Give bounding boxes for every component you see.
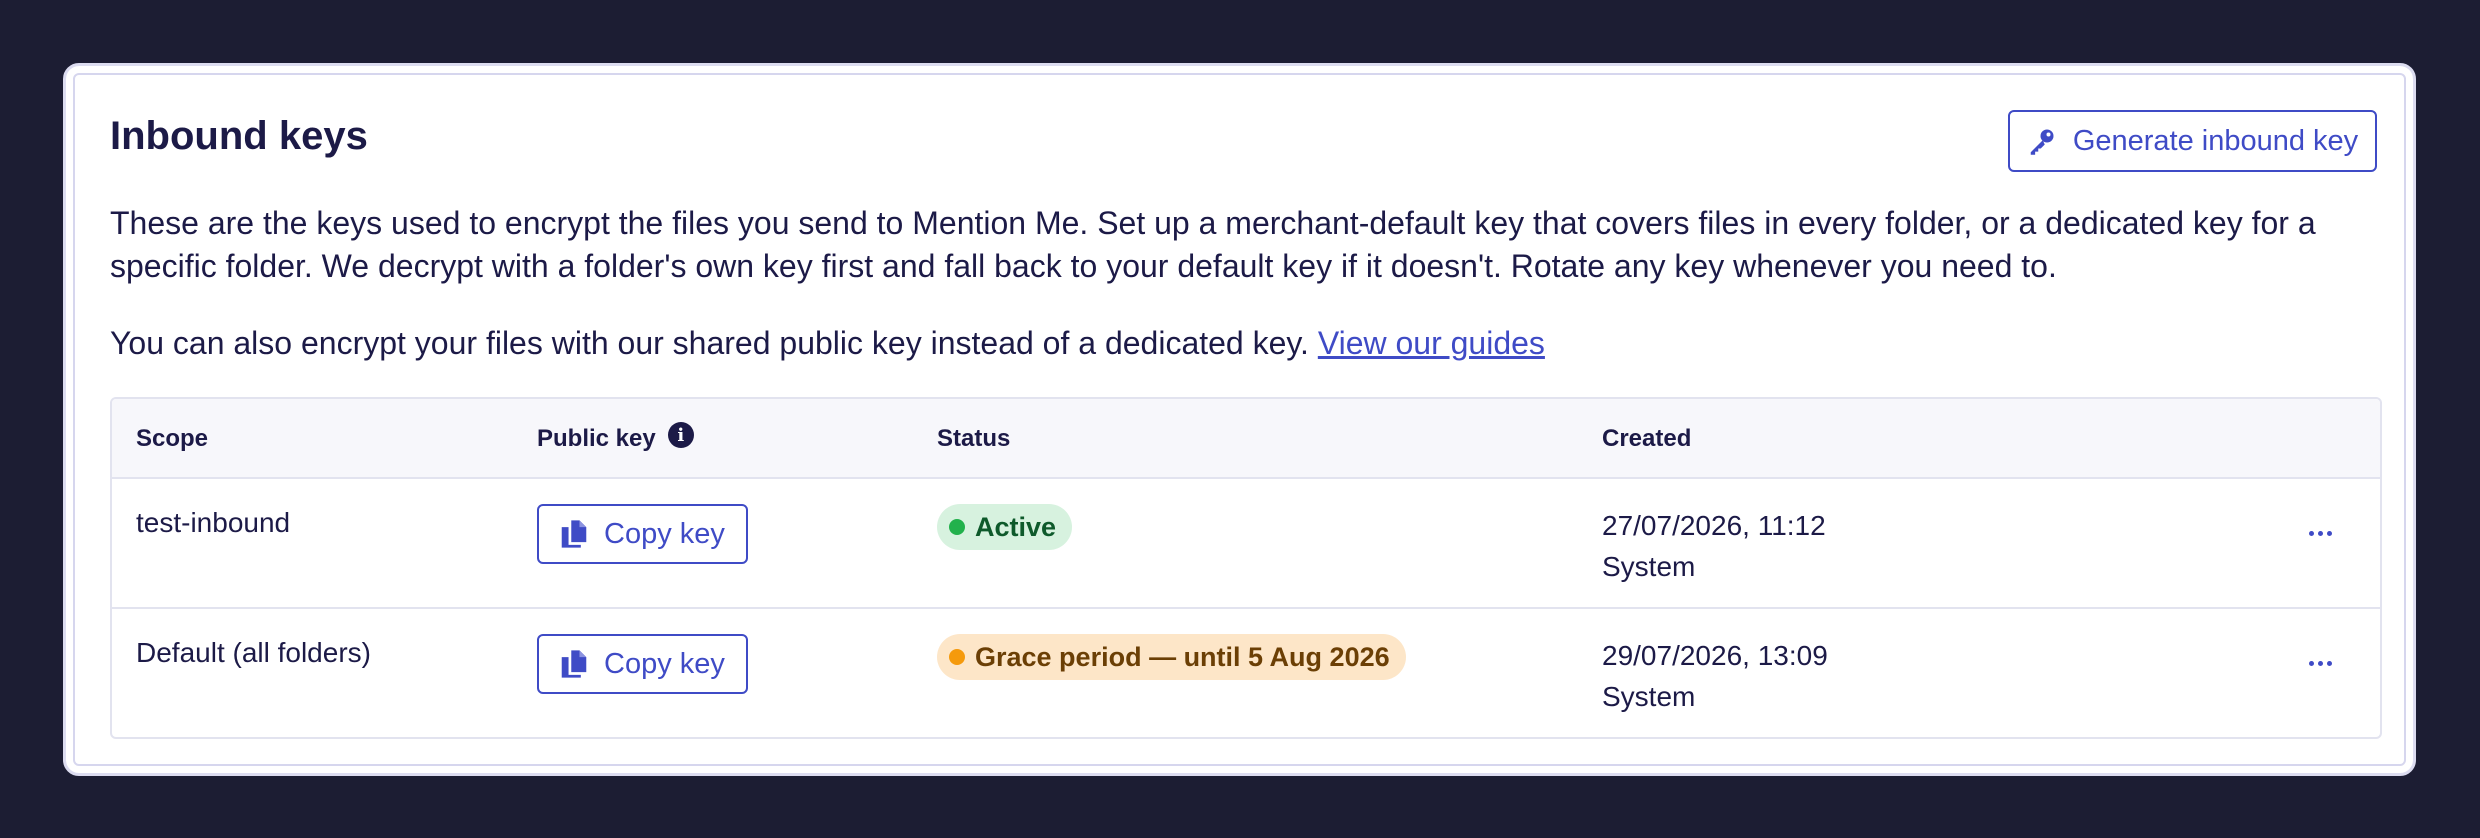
- copy-key-button[interactable]: Copy key: [537, 504, 748, 564]
- column-scope-label: Scope: [136, 425, 209, 452]
- created-date: 27/07/2026, 11:12: [1602, 510, 1826, 541]
- status-badge: Grace period — until 5 Aug 2026: [937, 634, 1406, 680]
- column-created-label: Created: [1602, 425, 1692, 452]
- row-actions-button[interactable]: [2300, 645, 2340, 681]
- status-badge: Active: [937, 504, 1073, 550]
- column-header-created: Created: [1602, 425, 1691, 453]
- scope-cell: test-inbound: [136, 507, 291, 538]
- key-icon: [2030, 129, 2054, 155]
- more-dot: [2317, 660, 2323, 666]
- intro-paragraph: These are the keys used to encrypt the f…: [110, 205, 2316, 284]
- copy-key-label: Copy key: [604, 647, 725, 680]
- copy-key-label: Copy key: [604, 517, 725, 550]
- column-header-scope: Scope: [136, 425, 208, 453]
- created-by: System: [1602, 681, 1696, 712]
- table-row: Default (all folders) Copy key Grace per…: [112, 609, 2380, 737]
- table-header: Scope Public key i Status Created: [112, 399, 2380, 479]
- status-label: Active: [975, 511, 1057, 542]
- row-actions-button[interactable]: [2300, 515, 2340, 551]
- keys-table: Scope Public key i Status Created test-i…: [110, 397, 2382, 739]
- inbound-keys-card: Inbound keys Generate inbound key These …: [63, 63, 2416, 776]
- created-cell: 29/07/2026, 13:09 System: [1602, 635, 1828, 717]
- column-header-public-key: Public key i: [537, 422, 694, 453]
- created-date: 29/07/2026, 13:09: [1602, 640, 1828, 671]
- shared-key-note: You can also encrypt your files with our…: [110, 322, 1545, 365]
- status-dot-icon: [949, 649, 965, 665]
- info-icon[interactable]: i: [667, 422, 694, 448]
- shared-key-text: You can also encrypt your files with our…: [110, 325, 1318, 361]
- copy-icon: [561, 520, 587, 548]
- copy-icon: [561, 650, 587, 678]
- table-row: test-inbound Copy key Active 27/07/2026,…: [112, 479, 2380, 609]
- page-title: Inbound keys: [110, 114, 368, 158]
- scope-cell: Default (all folders): [136, 637, 371, 668]
- copy-key-button[interactable]: Copy key: [537, 634, 748, 694]
- more-dot: [2317, 530, 2323, 536]
- more-horizontal-icon: [2308, 530, 2314, 536]
- column-status-label: Status: [937, 425, 1011, 452]
- more-dot: [2326, 660, 2332, 666]
- status-label: Grace period — until 5 Aug 2026: [975, 641, 1390, 672]
- more-dot: [2326, 530, 2332, 536]
- column-public-key-label: Public key: [537, 425, 656, 452]
- generate-inbound-key-button[interactable]: Generate inbound key: [2008, 110, 2377, 172]
- status-dot-icon: [949, 519, 965, 535]
- view-guides-link[interactable]: View our guides: [1318, 325, 1545, 361]
- more-horizontal-icon: [2308, 660, 2314, 666]
- column-header-status: Status: [937, 425, 1010, 453]
- created-by: System: [1602, 551, 1696, 582]
- created-cell: 27/07/2026, 11:12 System: [1602, 505, 1826, 587]
- generate-inbound-key-label: Generate inbound key: [2072, 124, 2359, 157]
